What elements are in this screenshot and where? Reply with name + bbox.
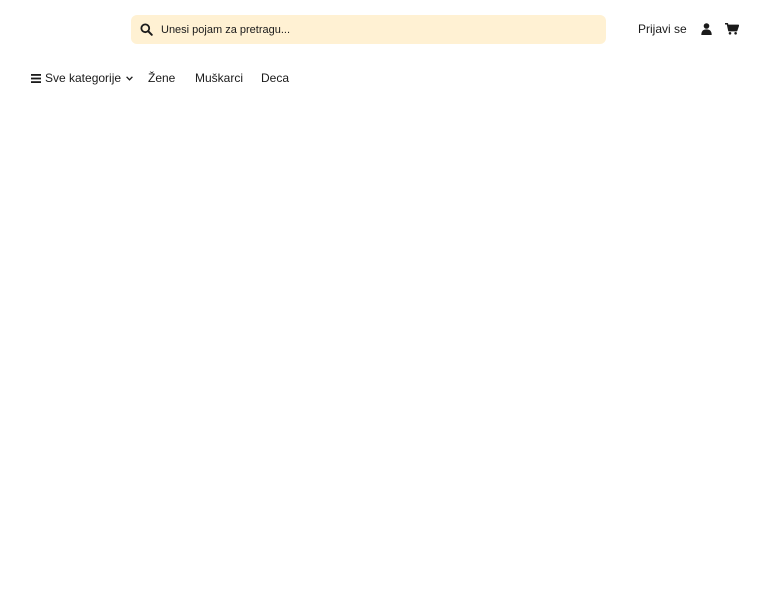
search-icon[interactable] bbox=[140, 23, 153, 36]
all-categories-menu[interactable]: Sve kategorije bbox=[31, 71, 133, 85]
all-categories-label: Sve kategorije bbox=[45, 71, 122, 85]
search-bar[interactable] bbox=[131, 15, 606, 44]
user-icon[interactable] bbox=[701, 23, 712, 35]
login-link[interactable]: Prijavi se bbox=[638, 22, 687, 36]
menu-icon bbox=[31, 73, 41, 83]
main-nav: Sve kategorije Žene Muškarci Deca bbox=[0, 58, 760, 100]
nav-item-kids[interactable]: Deca bbox=[261, 71, 289, 85]
nav-item-men[interactable]: Muškarci bbox=[195, 71, 243, 85]
nav-item-women[interactable]: Žene bbox=[148, 71, 175, 85]
site-header: Prijavi se bbox=[0, 0, 760, 58]
page-content bbox=[0, 100, 760, 600]
cart-icon[interactable] bbox=[725, 23, 739, 35]
chevron-down-icon bbox=[126, 75, 133, 81]
search-input[interactable] bbox=[161, 15, 591, 44]
